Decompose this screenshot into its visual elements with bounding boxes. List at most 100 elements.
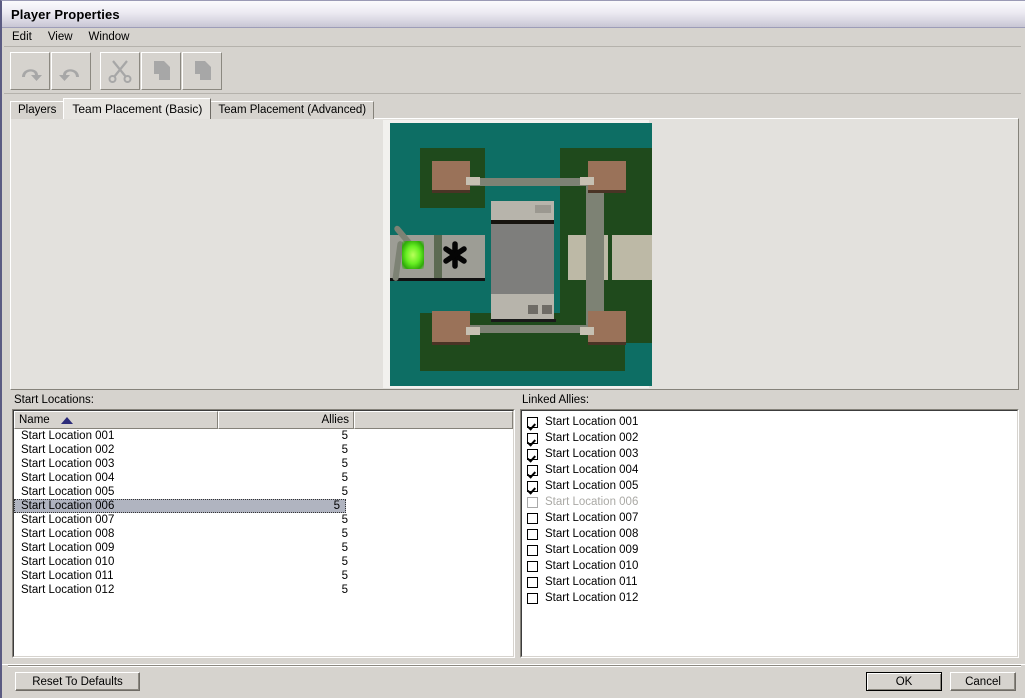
list-item-label: Start Location 003: [545, 447, 639, 460]
list-item: Start Location 006: [527, 494, 1017, 510]
list-item[interactable]: Start Location 001: [527, 414, 1017, 430]
checkbox-icon[interactable]: [527, 480, 538, 492]
table-row[interactable]: Start Location 009 5: [14, 541, 513, 555]
tab-players[interactable]: Players: [10, 101, 65, 119]
menu-item-edit[interactable]: Edit: [4, 29, 40, 46]
list-item[interactable]: Start Location 007: [527, 510, 1017, 526]
toolbar: [4, 48, 1025, 94]
cell-allies: 5: [341, 570, 348, 582]
cancel-button[interactable]: Cancel: [950, 672, 1016, 691]
list-item[interactable]: Start Location 012: [527, 590, 1017, 606]
scissors-icon: [108, 59, 132, 83]
linked-allies-panel: Linked Allies: Start Location 001 Start L…: [520, 394, 1019, 659]
cell-name: Start Location 004: [21, 472, 115, 484]
cell-allies: 5: [341, 528, 348, 540]
table-row[interactable]: Start Location 012 5: [14, 583, 513, 597]
cell-name: Start Location 001: [21, 430, 115, 442]
paste-button[interactable]: [182, 51, 222, 90]
column-header-name-label: Name: [19, 413, 50, 426]
table-row[interactable]: Start Location 003 5: [14, 457, 513, 471]
cell-name: Start Location 003: [21, 458, 115, 470]
list-item[interactable]: Start Location 005: [527, 478, 1017, 494]
cell-allies: 5: [341, 486, 348, 498]
linked-allies-caption: Linked Allies:: [522, 394, 590, 406]
menu-item-window[interactable]: Window: [81, 29, 138, 46]
checkbox-icon[interactable]: [527, 448, 538, 460]
table-row[interactable]: Start Location 011 5: [14, 569, 513, 583]
copy-button[interactable]: [141, 51, 181, 90]
list-item[interactable]: Start Location 010: [527, 558, 1017, 574]
column-header-name[interactable]: Name: [14, 411, 218, 429]
ok-button[interactable]: OK: [866, 672, 942, 691]
redo-button[interactable]: [51, 51, 91, 90]
checkbox-icon[interactable]: [527, 432, 538, 444]
cell-name: Start Location 012: [21, 584, 115, 596]
table-row[interactable]: Start Location 005 5: [14, 485, 513, 499]
start-locations-caption: Start Locations:: [14, 394, 94, 406]
list-item-label: Start Location 012: [545, 591, 639, 604]
tab-team-placement-advanced[interactable]: Team Placement (Advanced): [210, 101, 375, 119]
list-item-label: Start Location 009: [545, 543, 639, 556]
redo-icon: [59, 68, 79, 81]
linked-allies-rows: Start Location 001 Start Location 002 Star…: [522, 411, 1017, 606]
cell-name: Start Location 005: [21, 486, 115, 498]
linked-allies-listbox[interactable]: Start Location 001 Start Location 002 Star…: [520, 409, 1019, 658]
list-item[interactable]: Start Location 008: [527, 526, 1017, 542]
reset-to-defaults-button[interactable]: Reset To Defaults: [15, 672, 140, 691]
list-item-label: Start Location 006: [545, 495, 639, 508]
list-item-label: Start Location 002: [545, 431, 639, 444]
table-row[interactable]: Start Location 002 5: [14, 443, 513, 457]
undo-icon: [22, 68, 42, 81]
cell-allies: 5: [341, 514, 348, 526]
column-header-allies[interactable]: Allies: [218, 411, 354, 429]
cell-name: Start Location 011: [21, 570, 114, 582]
checkbox-icon[interactable]: [527, 544, 538, 556]
list-item-label: Start Location 001: [545, 415, 639, 428]
list-item-label: Start Location 008: [545, 527, 639, 540]
map-preview[interactable]: [390, 123, 652, 386]
list-item[interactable]: Start Location 004: [527, 462, 1017, 478]
asterisk-marker-icon: [443, 241, 467, 269]
title-bar: Player Properties: [2, 1, 1025, 28]
tab-team-placement-basic[interactable]: Team Placement (Basic): [63, 98, 212, 119]
checkbox-icon[interactable]: [527, 560, 538, 572]
undo-button[interactable]: [10, 51, 50, 90]
list-item[interactable]: Start Location 011: [527, 574, 1017, 590]
checkbox-icon[interactable]: [527, 592, 538, 604]
checkbox-icon[interactable]: [527, 512, 538, 524]
paste-icon: [195, 60, 211, 80]
cell-allies: 5: [341, 430, 348, 442]
cell-allies: 5: [341, 458, 348, 470]
list-item[interactable]: Start Location 002: [527, 430, 1017, 446]
table-row[interactable]: Start Location 001 5: [14, 429, 513, 443]
table-row[interactable]: Start Location 004 5: [14, 471, 513, 485]
cell-name: Start Location 002: [21, 444, 115, 456]
table-row[interactable]: Start Location 010 5: [14, 555, 513, 569]
cut-button[interactable]: [100, 51, 140, 90]
window-title: Player Properties: [11, 6, 120, 22]
checkbox-icon[interactable]: [527, 576, 538, 588]
checkbox-icon[interactable]: [527, 464, 538, 476]
start-locations-panel: Start Locations: Name Allies Start Locat…: [12, 394, 515, 659]
toolbar-separator: [92, 52, 100, 90]
list-item-label: Start Location 010: [545, 559, 639, 572]
table-row[interactable]: Start Location 006 5: [14, 499, 346, 513]
list-item-label: Start Location 005: [545, 479, 639, 492]
start-locations-listview[interactable]: Name Allies Start Location 001 5 Start Loc…: [12, 409, 515, 658]
list-item[interactable]: Start Location 003: [527, 446, 1017, 462]
sort-ascending-icon: [60, 416, 73, 424]
checkbox-icon[interactable]: [527, 416, 538, 428]
list-item[interactable]: Start Location 009: [527, 542, 1017, 558]
tab-strip: Players Team Placement (Basic) Team Plac…: [10, 98, 1019, 119]
cell-name: Start Location 009: [21, 542, 115, 554]
menu-item-view[interactable]: View: [40, 29, 81, 46]
table-row[interactable]: Start Location 007 5: [14, 513, 513, 527]
column-header-filler: [354, 411, 513, 429]
copy-icon: [154, 60, 170, 80]
cell-allies: 5: [333, 500, 340, 512]
checkbox-icon[interactable]: [527, 528, 538, 540]
player-properties-dialog: Player Properties Edit View Window Playe…: [0, 0, 1025, 698]
table-row[interactable]: Start Location 008 5: [14, 527, 513, 541]
map-preview-frame: [383, 120, 652, 388]
cell-name: Start Location 006: [21, 500, 115, 512]
